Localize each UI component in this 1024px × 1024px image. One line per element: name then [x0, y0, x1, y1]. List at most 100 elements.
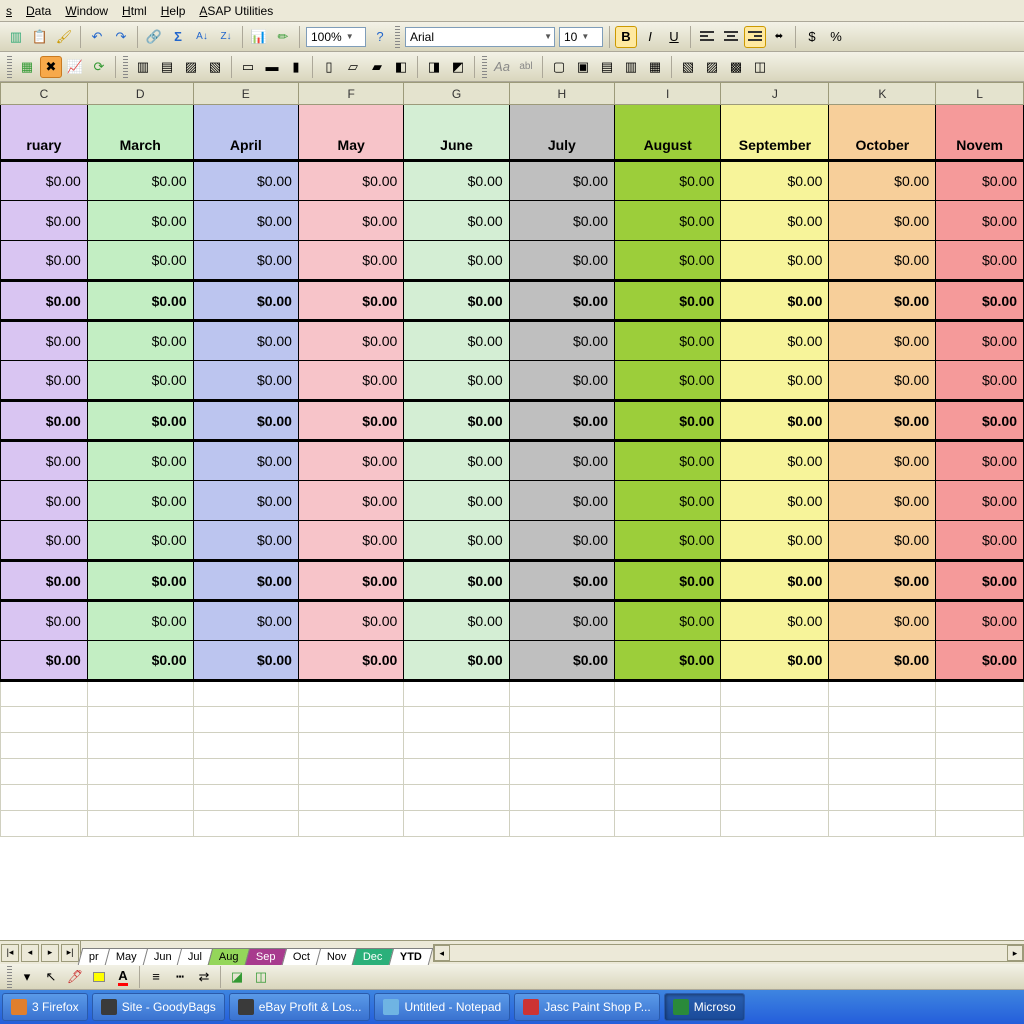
data-cell[interactable]: $0.00 — [721, 441, 829, 481]
data-cell[interactable]: $0.00 — [1, 521, 88, 561]
empty-cell[interactable] — [87, 811, 193, 837]
column-header[interactable]: D — [87, 83, 193, 105]
toolbar-button[interactable]: ▥ — [620, 56, 642, 78]
empty-cell[interactable] — [87, 681, 193, 707]
data-cell[interactable]: $0.00 — [87, 481, 193, 521]
toolbar-button[interactable]: ▦ — [644, 56, 666, 78]
data-cell[interactable]: $0.00 — [87, 321, 193, 361]
toolbar-grip[interactable] — [395, 26, 400, 48]
taskbar-button[interactable]: Untitled - Notepad — [374, 993, 510, 1021]
data-cell[interactable]: $0.00 — [721, 321, 829, 361]
select-objects-button[interactable]: ↖ — [40, 966, 62, 988]
data-cell[interactable]: $0.00 — [721, 361, 829, 401]
draw-menu-button[interactable]: ▾ — [16, 966, 38, 988]
toolbar-grip[interactable] — [7, 966, 12, 988]
sheet-button[interactable]: ▦ — [16, 56, 38, 78]
menu-item[interactable]: Window — [65, 4, 108, 18]
menu-item[interactable]: Data — [26, 4, 51, 18]
data-cell[interactable]: $0.00 — [87, 161, 193, 201]
data-cell[interactable]: $0.00 — [509, 241, 614, 281]
empty-cell[interactable] — [509, 785, 614, 811]
tab-nav-last[interactable]: ▸| — [61, 944, 79, 962]
data-cell[interactable]: $0.00 — [193, 601, 298, 641]
data-cell[interactable]: $0.00 — [1, 641, 88, 681]
taskbar-button[interactable]: 3 Firefox — [2, 993, 88, 1021]
empty-cell[interactable] — [1, 785, 88, 811]
data-cell[interactable]: $0.00 — [1, 361, 88, 401]
data-cell[interactable]: $0.00 — [404, 401, 509, 441]
taskbar-button[interactable]: Microso — [664, 993, 745, 1021]
toolbar-button[interactable]: ▣ — [572, 56, 594, 78]
data-cell[interactable]: $0.00 — [615, 361, 721, 401]
empty-cell[interactable] — [936, 681, 1024, 707]
toolbar-button[interactable]: ▢ — [548, 56, 570, 78]
data-cell[interactable]: $0.00 — [1, 241, 88, 281]
data-cell[interactable]: $0.00 — [615, 241, 721, 281]
toolbar-button[interactable]: ▩ — [725, 56, 747, 78]
data-cell[interactable]: $0.00 — [615, 281, 721, 321]
toolbar-button[interactable]: ▭ — [237, 56, 259, 78]
toolbar-button[interactable]: ◨ — [423, 56, 445, 78]
data-cell[interactable]: $0.00 — [721, 561, 829, 601]
data-cell[interactable]: $0.00 — [404, 161, 509, 201]
horizontal-scrollbar[interactable]: ◂ ▸ — [433, 944, 1024, 962]
paste-button[interactable]: 📋 — [29, 26, 51, 48]
empty-cell[interactable] — [193, 785, 298, 811]
toolbar-button[interactable]: ▧ — [204, 56, 226, 78]
data-cell[interactable]: $0.00 — [87, 361, 193, 401]
column-header[interactable]: H — [509, 83, 614, 105]
column-header[interactable]: G — [404, 83, 509, 105]
sort-desc-button[interactable]: Z↓ — [215, 26, 237, 48]
data-cell[interactable]: $0.00 — [721, 521, 829, 561]
data-cell[interactable]: $0.00 — [404, 321, 509, 361]
toolbar-button[interactable]: ▤ — [156, 56, 178, 78]
column-header[interactable]: F — [298, 83, 403, 105]
sheet-tab[interactable]: Oct — [281, 948, 321, 965]
empty-cell[interactable] — [193, 707, 298, 733]
empty-cell[interactable] — [1, 707, 88, 733]
data-cell[interactable]: $0.00 — [829, 561, 936, 601]
data-cell[interactable]: $0.00 — [829, 161, 936, 201]
line-style-button[interactable]: ≡ — [145, 966, 167, 988]
toolbar-button[interactable]: ▨ — [701, 56, 723, 78]
drawing-button[interactable]: ✏ — [272, 26, 294, 48]
data-cell[interactable]: $0.00 — [193, 161, 298, 201]
empty-cell[interactable] — [298, 733, 403, 759]
menu-item[interactable]: s — [6, 4, 12, 18]
data-cell[interactable]: $0.00 — [829, 361, 936, 401]
align-right-button[interactable] — [744, 26, 766, 48]
empty-cell[interactable] — [509, 681, 614, 707]
data-cell[interactable]: $0.00 — [509, 601, 614, 641]
data-cell[interactable]: $0.00 — [193, 641, 298, 681]
empty-cell[interactable] — [829, 707, 936, 733]
column-header[interactable]: J — [721, 83, 829, 105]
toolbar-button[interactable]: ▰ — [366, 56, 388, 78]
data-cell[interactable]: $0.00 — [193, 521, 298, 561]
empty-cell[interactable] — [404, 811, 509, 837]
data-cell[interactable]: $0.00 — [298, 201, 403, 241]
fill-color-button[interactable] — [88, 966, 110, 988]
toolbar-grip[interactable] — [123, 56, 128, 78]
data-cell[interactable]: $0.00 — [404, 601, 509, 641]
data-cell[interactable]: $0.00 — [193, 241, 298, 281]
data-cell[interactable]: $0.00 — [721, 201, 829, 241]
data-cell[interactable]: $0.00 — [87, 561, 193, 601]
data-cell[interactable]: $0.00 — [829, 521, 936, 561]
data-cell[interactable]: $0.00 — [615, 441, 721, 481]
data-cell[interactable]: $0.00 — [404, 201, 509, 241]
empty-cell[interactable] — [936, 785, 1024, 811]
empty-cell[interactable] — [509, 759, 614, 785]
month-header-cell[interactable]: March — [87, 105, 193, 161]
chart-tool-button[interactable]: 📈 — [64, 56, 86, 78]
month-header-cell[interactable]: September — [721, 105, 829, 161]
font-color-button[interactable]: A — [112, 966, 134, 988]
data-cell[interactable]: $0.00 — [193, 321, 298, 361]
data-cell[interactable]: $0.00 — [615, 641, 721, 681]
empty-cell[interactable] — [1, 811, 88, 837]
empty-cell[interactable] — [1, 759, 88, 785]
month-header-cell[interactable]: August — [615, 105, 721, 161]
month-header-cell[interactable]: June — [404, 105, 509, 161]
empty-cell[interactable] — [1, 733, 88, 759]
toolbar-button[interactable]: ▯ — [318, 56, 340, 78]
data-cell[interactable]: $0.00 — [193, 481, 298, 521]
